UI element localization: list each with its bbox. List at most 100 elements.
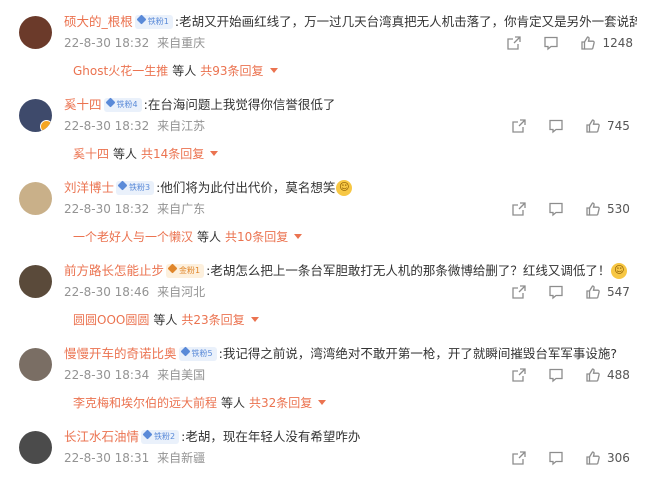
comment-username[interactable]: 刘洋博士	[64, 180, 114, 195]
replies-summary[interactable]: 一个老好人与一个懒汉 等人 共10条回复	[73, 228, 303, 246]
comment-line: 刘洋博士 铁粉3:他们将为此付出代价，莫名想笑 ☺	[64, 178, 637, 198]
replies-summary[interactable]: 李克梅和埃尔伯的远大前程 等人 共32条回复	[73, 394, 327, 412]
fan-badge[interactable]: 铁粉1	[134, 14, 173, 29]
thumbs-up-icon	[585, 367, 601, 383]
share-icon[interactable]	[511, 118, 527, 134]
comment-time: 22-8-30 18:46	[64, 285, 150, 299]
chevron-down-icon[interactable]	[269, 68, 278, 73]
reply-etc: 等人	[113, 147, 138, 161]
share-icon[interactable]	[511, 284, 527, 300]
comment-icon[interactable]	[548, 284, 564, 300]
fan-badge-label: 铁粉1	[147, 16, 169, 26]
avatar[interactable]	[19, 16, 52, 49]
avatar[interactable]	[19, 182, 52, 215]
comment-line: 慢慢开车的奇诺比奥 铁粉5:我记得之前说，湾湾绝对不敢开第一枪，开了就瞬间摧毁台军…	[64, 344, 637, 364]
laugh-emoji-icon: ☺	[336, 179, 353, 196]
comment-username[interactable]: 慢慢开车的奇诺比奥	[64, 346, 177, 361]
comment-line: 长江水石油情 铁粉2:老胡，现在年轻人没有希望咋办	[64, 427, 637, 447]
comment-icon[interactable]	[548, 118, 564, 134]
reply-count[interactable]: 共32条回复	[249, 396, 312, 410]
share-icon[interactable]	[511, 367, 527, 383]
comment-location: 来自河北	[157, 285, 206, 299]
comment-time: 22-8-30 18:32	[64, 119, 150, 133]
reply-username[interactable]: Ghost火花一生推	[73, 64, 168, 78]
like-button[interactable]: 745	[585, 118, 633, 134]
reply-count[interactable]: 共93条回复	[200, 64, 263, 78]
comment-actions: 306	[490, 448, 633, 468]
comment-line: 硕大的_根根 铁粉1:老胡又开始画红线了，万一过几天台湾真把无人机击落了，你肯定又…	[64, 12, 637, 32]
comment-time: 22-8-30 18:32	[64, 202, 150, 216]
fan-badge[interactable]: 金粉1	[166, 263, 205, 278]
replies-summary[interactable]: 奚十四 等人 共14条回复	[73, 145, 219, 163]
comment-line: 奚十四 铁粉4:在台海问题上我觉得你信誉很低了	[64, 95, 637, 115]
replies-summary[interactable]: Ghost火花一生推 等人 共93条回复	[73, 62, 278, 80]
share-icon[interactable]	[511, 201, 527, 217]
like-button[interactable]: 1248	[580, 35, 633, 51]
diamond-icon	[117, 180, 128, 190]
like-count: 1248	[602, 36, 633, 50]
comment-item: 奚十四 铁粉4:在台海问题上我觉得你信誉很低了 22-8-30 18:32 来自江…	[0, 83, 645, 166]
fan-badge[interactable]: 铁粉3	[116, 180, 155, 195]
chevron-down-icon[interactable]	[250, 317, 259, 322]
reply-etc: 等人	[221, 396, 246, 410]
comment-meta: 22-8-30 18:34 来自美国	[64, 366, 205, 384]
comment-text: 在台海问题上我觉得你信誉很低了	[147, 97, 336, 112]
comment-text: 他们将为此付出代价，莫名想笑	[160, 180, 336, 195]
comment-meta: 22-8-30 18:32 来自江苏	[64, 117, 205, 135]
fan-badge[interactable]: 铁粉4	[103, 97, 142, 112]
replies-summary[interactable]: 圆圆OOO圆圆 等人 共23条回复	[73, 311, 259, 329]
comment-actions: 547	[490, 282, 633, 302]
comment-location: 来自重庆	[157, 36, 206, 50]
fan-badge-label: 铁粉3	[129, 182, 151, 192]
fan-badge[interactable]: 铁粉2	[141, 429, 180, 444]
comment-icon[interactable]	[548, 201, 564, 217]
reply-username[interactable]: 奚十四	[73, 147, 109, 161]
like-count: 488	[607, 368, 630, 382]
fan-badge-label: 铁粉4	[116, 99, 138, 109]
comment-meta: 22-8-30 18:31 来自新疆	[64, 449, 205, 467]
comment-icon[interactable]	[548, 367, 564, 383]
chevron-down-icon[interactable]	[318, 400, 327, 405]
reply-etc: 等人	[153, 313, 178, 327]
comment-username[interactable]: 奚十四	[64, 97, 102, 112]
avatar[interactable]	[19, 431, 52, 464]
like-count: 547	[607, 285, 630, 299]
reply-count[interactable]: 共14条回复	[141, 147, 204, 161]
comment-icon[interactable]	[543, 35, 559, 51]
thumbs-up-icon	[580, 35, 596, 51]
comment-meta: 22-8-30 18:46 来自河北	[64, 283, 205, 301]
like-button[interactable]: 530	[585, 201, 633, 217]
verified-icon	[40, 120, 52, 132]
comment-list: 硕大的_根根 铁粉1:老胡又开始画红线了，万一过几天台湾真把无人机击落了，你肯定又…	[0, 0, 645, 477]
like-count: 530	[607, 202, 630, 216]
comment-username[interactable]: 前方路长怎能止步	[64, 263, 164, 278]
reply-username[interactable]: 圆圆OOO圆圆	[73, 313, 149, 327]
fan-badge-label: 金粉1	[179, 265, 201, 275]
comment-icon[interactable]	[548, 450, 564, 466]
avatar[interactable]	[19, 99, 52, 132]
like-button[interactable]: 306	[585, 450, 633, 466]
comment-actions: 530	[490, 199, 633, 219]
comment-username[interactable]: 长江水石油情	[64, 429, 139, 444]
avatar[interactable]	[19, 265, 52, 298]
reply-username[interactable]: 李克梅和埃尔伯的远大前程	[73, 396, 217, 410]
reply-username[interactable]: 一个老好人与一个懒汉	[73, 230, 193, 244]
reply-count[interactable]: 共10条回复	[225, 230, 288, 244]
like-button[interactable]: 547	[585, 284, 633, 300]
like-button[interactable]: 488	[585, 367, 633, 383]
comment-item: 刘洋博士 铁粉3:他们将为此付出代价，莫名想笑 ☺ 22-8-30 18:32 来自…	[0, 166, 645, 249]
avatar[interactable]	[19, 348, 52, 381]
thumbs-up-icon	[585, 201, 601, 217]
share-icon[interactable]	[506, 35, 522, 51]
comment-location: 来自新疆	[157, 451, 206, 465]
chevron-down-icon[interactable]	[294, 234, 303, 239]
comment-actions: 745	[490, 116, 633, 136]
reply-count[interactable]: 共23条回复	[181, 313, 244, 327]
comment-line: 前方路长怎能止步 金粉1:老胡怎么把上一条台军胆敢打无人机的那条微博给删了？红线又…	[64, 261, 637, 281]
share-icon[interactable]	[511, 450, 527, 466]
comment-username[interactable]: 硕大的_根根	[64, 14, 133, 29]
thumbs-up-icon	[585, 118, 601, 134]
chevron-down-icon[interactable]	[210, 151, 219, 156]
fan-badge[interactable]: 铁粉5	[178, 346, 217, 361]
comment-meta: 22-8-30 18:32 来自广东	[64, 200, 205, 218]
